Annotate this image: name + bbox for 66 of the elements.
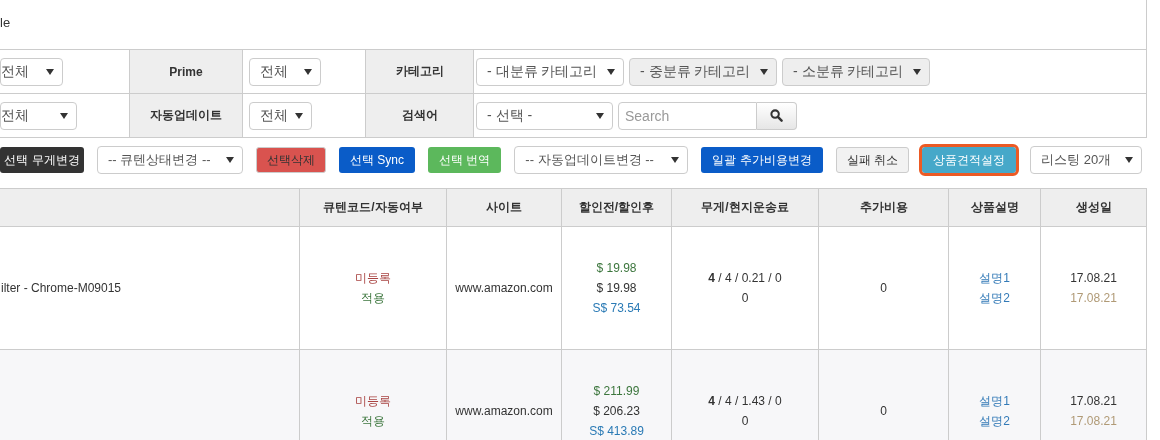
date-text: 17.08.21 — [1070, 414, 1117, 428]
dropdown[interactable]: 전체 — [0, 101, 77, 130]
filter-label: 자동업데이트 — [150, 107, 222, 124]
dropdown[interactable]: 전체 — [249, 101, 312, 130]
action-button[interactable]: 선택 Sync — [339, 147, 415, 173]
column-header: 상품설명 — [948, 188, 1041, 227]
column-header: 무게/현지운송료 — [671, 188, 819, 227]
shipping-text: 0 — [741, 291, 749, 305]
description-link[interactable]: 설명2 — [979, 291, 1010, 305]
price-text: S$ 73.54 — [592, 301, 641, 315]
caret-icon — [607, 68, 615, 75]
date-text: 17.08.21 — [1070, 271, 1117, 285]
price-text: S$ 413.89 — [589, 424, 644, 438]
date-text: 17.08.21 — [1070, 394, 1117, 408]
column-header: 할인전/할인후 — [561, 188, 672, 227]
status-text: 적용 — [361, 291, 385, 305]
dropdown[interactable]: -- 큐텐상태변경 -- — [97, 146, 243, 174]
column-header: 큐텐코드/자동여부 — [299, 188, 447, 227]
site-text: www.amazon.com — [455, 404, 553, 418]
weight-text: 4 / 4 / 1.43 / 0 — [708, 394, 782, 408]
cost-text: 0 — [880, 281, 887, 295]
caret-icon — [760, 68, 768, 75]
column-header: 사이트 — [446, 188, 562, 227]
caret-icon — [596, 112, 604, 119]
caret-icon — [1125, 157, 1134, 163]
description-link[interactable]: 설명1 — [979, 271, 1010, 285]
description-link[interactable]: 설명2 — [979, 414, 1010, 428]
price-text: $ 206.23 — [593, 404, 640, 418]
cost-text: 0 — [880, 404, 887, 418]
filter-label: Prime — [169, 64, 203, 79]
caret-icon — [671, 157, 680, 163]
column-header: 생성일 — [1040, 188, 1147, 227]
search-field[interactable]: Search — [618, 101, 757, 130]
search-icon — [770, 109, 783, 122]
dropdown[interactable]: 리스팅 20개 — [1030, 146, 1143, 174]
action-button[interactable]: 선택 무게변경 — [0, 147, 84, 173]
price-text: $ 211.99 — [593, 384, 640, 398]
caret-icon — [60, 112, 68, 119]
dropdown[interactable]: 전체 — [0, 57, 63, 86]
action-button[interactable]: 실패 취소 — [835, 147, 910, 173]
status-text: 미등록 — [355, 394, 391, 408]
search-button[interactable] — [757, 101, 797, 130]
caret-icon — [295, 112, 303, 119]
page-title: le — [0, 15, 11, 30]
dropdown[interactable]: - 선택 - — [476, 101, 613, 130]
filter-label: 카테고리 — [395, 63, 444, 80]
caret-icon — [226, 157, 234, 163]
date-text: 17.08.21 — [1070, 291, 1117, 305]
dropdown[interactable]: -- 자동업데이트변경 -- — [514, 146, 689, 174]
price-text: $ 19.98 — [596, 261, 637, 275]
action-button[interactable]: 일괄 추가비용변경 — [701, 147, 823, 173]
dropdown[interactable]: 전체 — [249, 57, 321, 86]
site-text: www.amazon.com — [455, 281, 553, 295]
description-link[interactable]: 설명1 — [979, 394, 1010, 408]
weight-text: 4 / 4 / 0.21 / 0 — [708, 271, 782, 285]
caret-icon — [46, 68, 54, 75]
product-title: ilter - Chrome-M09015 — [1, 281, 122, 295]
caret-icon — [913, 68, 921, 75]
status-text: 적용 — [361, 414, 385, 428]
caret-icon — [304, 68, 312, 75]
price-text: $ 19.98 — [596, 281, 637, 295]
shipping-text: 0 — [741, 414, 749, 428]
dropdown[interactable]: - 대분류 카테고리 — [476, 57, 624, 86]
status-text: 미등록 — [355, 271, 391, 285]
column-header: 추가비용 — [818, 188, 949, 227]
filter-label: 검색어 — [401, 107, 438, 124]
